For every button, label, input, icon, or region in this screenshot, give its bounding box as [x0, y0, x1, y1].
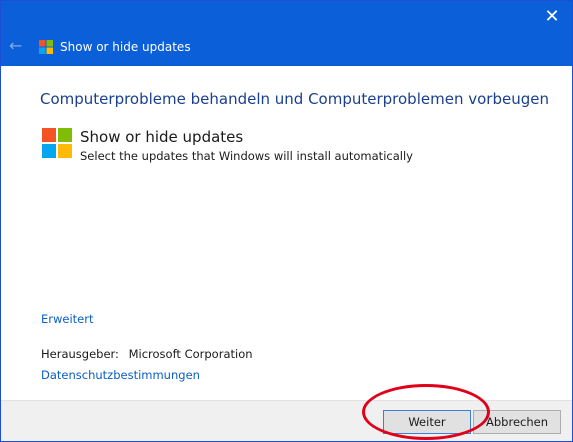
window-title: Show or hide updates [60, 40, 191, 54]
app-title: Show or hide updates [80, 128, 244, 146]
app-description: Select the updates that Windows will ins… [80, 149, 413, 163]
privacy-link[interactable]: Datenschutzbestimmungen [41, 368, 200, 382]
publisher-value: Microsoft Corporation [128, 347, 253, 361]
next-button[interactable]: Weiter [383, 410, 471, 434]
troubleshooter-window: ← Show or hide updates ✕ Computerproblem… [0, 0, 573, 442]
cancel-button[interactable]: Abbrechen [473, 410, 561, 434]
page-heading: Computerprobleme behandeln und Computerp… [40, 90, 549, 108]
publisher-label: Herausgeber: [41, 347, 119, 361]
close-icon[interactable]: ✕ [542, 7, 562, 27]
windows-logo-icon [42, 128, 72, 158]
back-arrow-icon[interactable]: ← [9, 38, 25, 54]
title-bar: ← Show or hide updates ✕ [1, 1, 572, 66]
windows-logo-icon [39, 40, 53, 54]
publisher-info: Herausgeber: Microsoft Corporation [41, 347, 253, 361]
footer-bar: Weiter Abbrechen [1, 400, 572, 441]
advanced-link[interactable]: Erweitert [41, 312, 94, 326]
